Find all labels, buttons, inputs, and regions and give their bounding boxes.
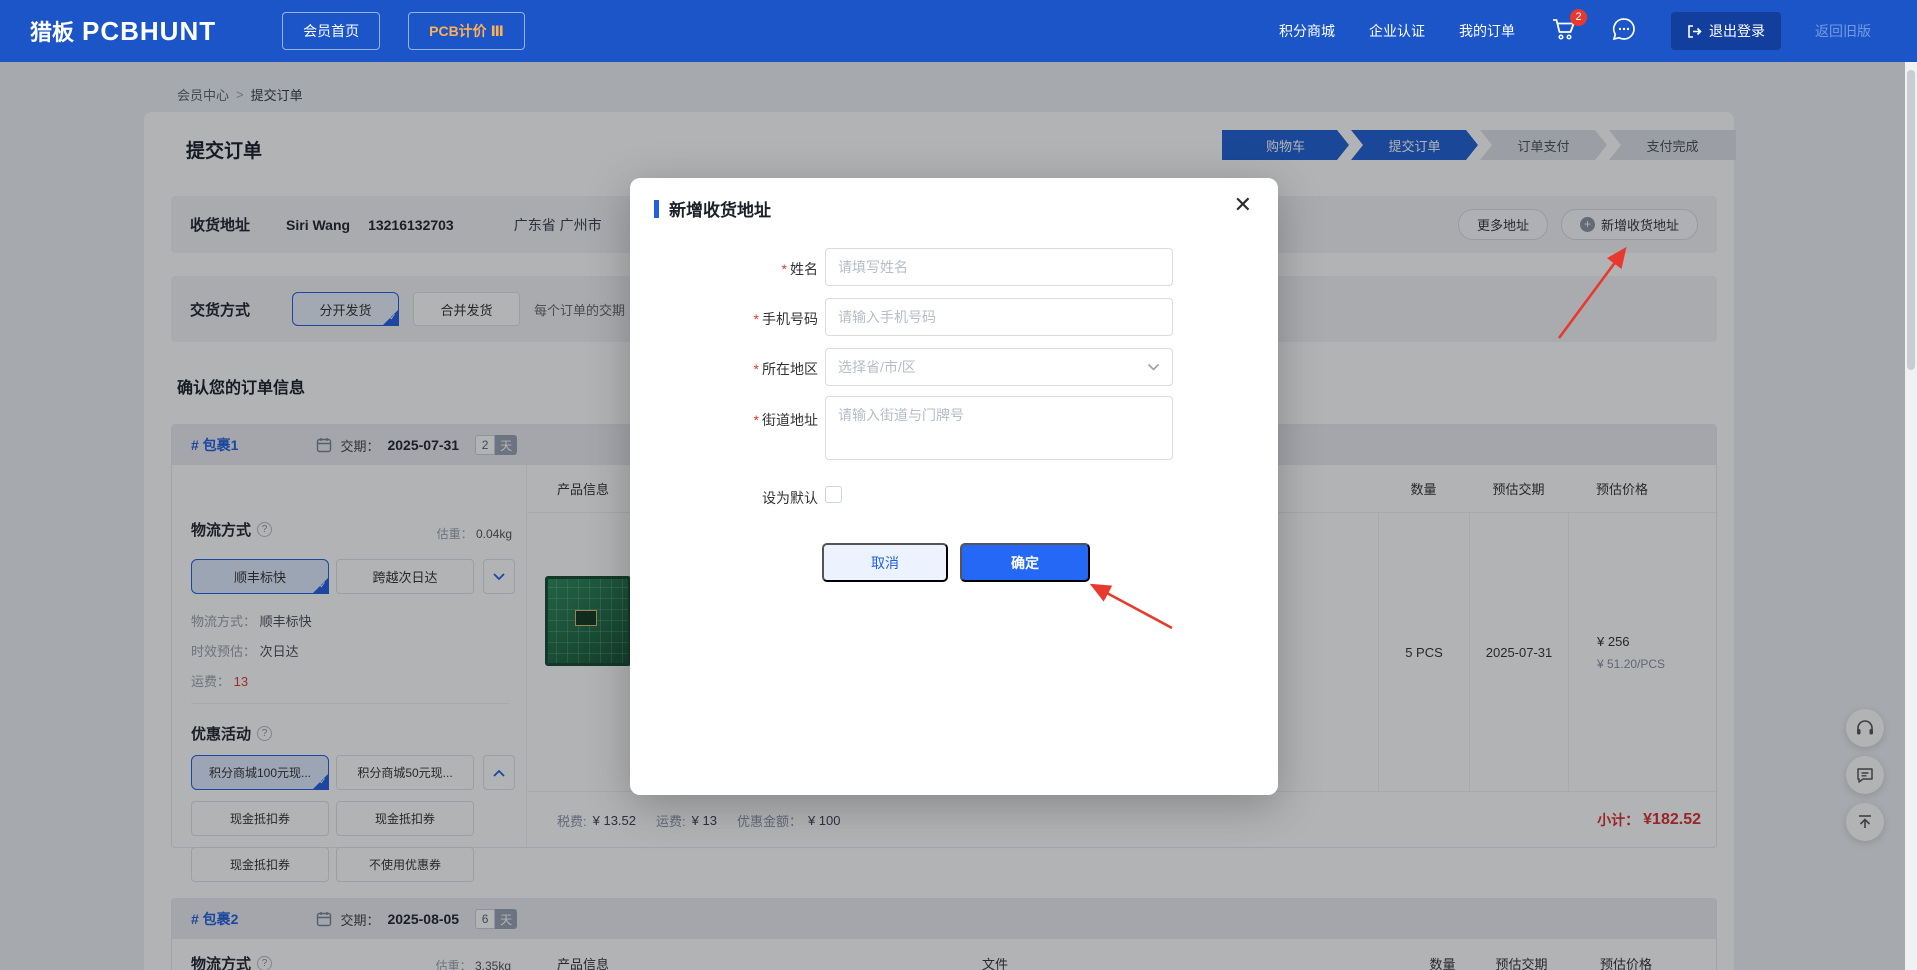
- top-navbar: 猎板 PCBHUNT 会员首页 PCB计价 Ⅲ 积分商城 企业认证 我的订单 2: [0, 0, 1917, 62]
- set-default-checkbox[interactable]: [825, 486, 842, 503]
- phone-field[interactable]: [825, 298, 1173, 336]
- name-label-text: 姓名: [790, 261, 818, 277]
- region-select[interactable]: 选择省/市/区: [825, 348, 1173, 386]
- customer-service-button[interactable]: [1611, 16, 1637, 47]
- region-placeholder: 选择省/市/区: [838, 357, 916, 377]
- add-address-modal: 新增收货地址 ✕ *姓名 *手机号码 *所在地区 选择省/市/区 *街道地址 设…: [630, 178, 1278, 795]
- pcb-pricing-button[interactable]: PCB计价 Ⅲ: [408, 12, 525, 50]
- street-label-text: 街道地址: [762, 412, 818, 428]
- old-version-link[interactable]: 返回旧版: [1815, 21, 1871, 41]
- modal-title: 新增收货地址: [669, 196, 771, 221]
- logo-en-text: PCBHUNT: [82, 16, 216, 47]
- chevron-down-icon: [1147, 363, 1160, 372]
- logo-cn-text: 猎板: [30, 15, 74, 47]
- nav-link-my-orders[interactable]: 我的订单: [1459, 21, 1515, 41]
- required-marker: *: [754, 311, 759, 327]
- member-home-button[interactable]: 会员首页: [282, 12, 380, 50]
- street-field[interactable]: [825, 396, 1173, 460]
- page-scrollbar-thumb[interactable]: [1907, 70, 1915, 370]
- confirm-button[interactable]: 确定: [960, 543, 1090, 582]
- cancel-button[interactable]: 取消: [822, 543, 948, 582]
- region-label-text: 所在地区: [762, 361, 818, 377]
- title-accent-bar: [654, 200, 659, 218]
- required-marker: *: [782, 261, 787, 277]
- region-field-label: *所在地区: [630, 359, 818, 379]
- cart-button[interactable]: 2: [1551, 17, 1577, 46]
- cart-count-badge: 2: [1570, 9, 1587, 26]
- name-field[interactable]: [825, 248, 1173, 286]
- modal-header: 新增收货地址: [654, 196, 771, 221]
- phone-field-label: *手机号码: [630, 309, 818, 329]
- required-marker: *: [754, 361, 759, 377]
- set-default-label: 设为默认: [630, 488, 818, 508]
- required-marker: *: [754, 412, 759, 428]
- phone-label-text: 手机号码: [762, 311, 818, 327]
- logout-label: 退出登录: [1709, 21, 1765, 41]
- modal-close-icon[interactable]: ✕: [1234, 192, 1252, 218]
- logout-icon: [1687, 24, 1702, 39]
- page-scrollbar-track: [1905, 62, 1917, 970]
- brand-logo[interactable]: 猎板 PCBHUNT: [30, 15, 216, 47]
- app-root: 猎板 PCBHUNT 会员首页 PCB计价 Ⅲ 积分商城 企业认证 我的订单 2: [0, 0, 1917, 970]
- nav-link-enterprise-cert[interactable]: 企业认证: [1369, 21, 1425, 41]
- street-field-label: *街道地址: [630, 410, 818, 430]
- name-field-label: *姓名: [630, 259, 818, 279]
- chat-bubble-icon: [1611, 16, 1637, 42]
- nav-link-points-mall[interactable]: 积分商城: [1279, 21, 1335, 41]
- logout-button[interactable]: 退出登录: [1671, 12, 1781, 50]
